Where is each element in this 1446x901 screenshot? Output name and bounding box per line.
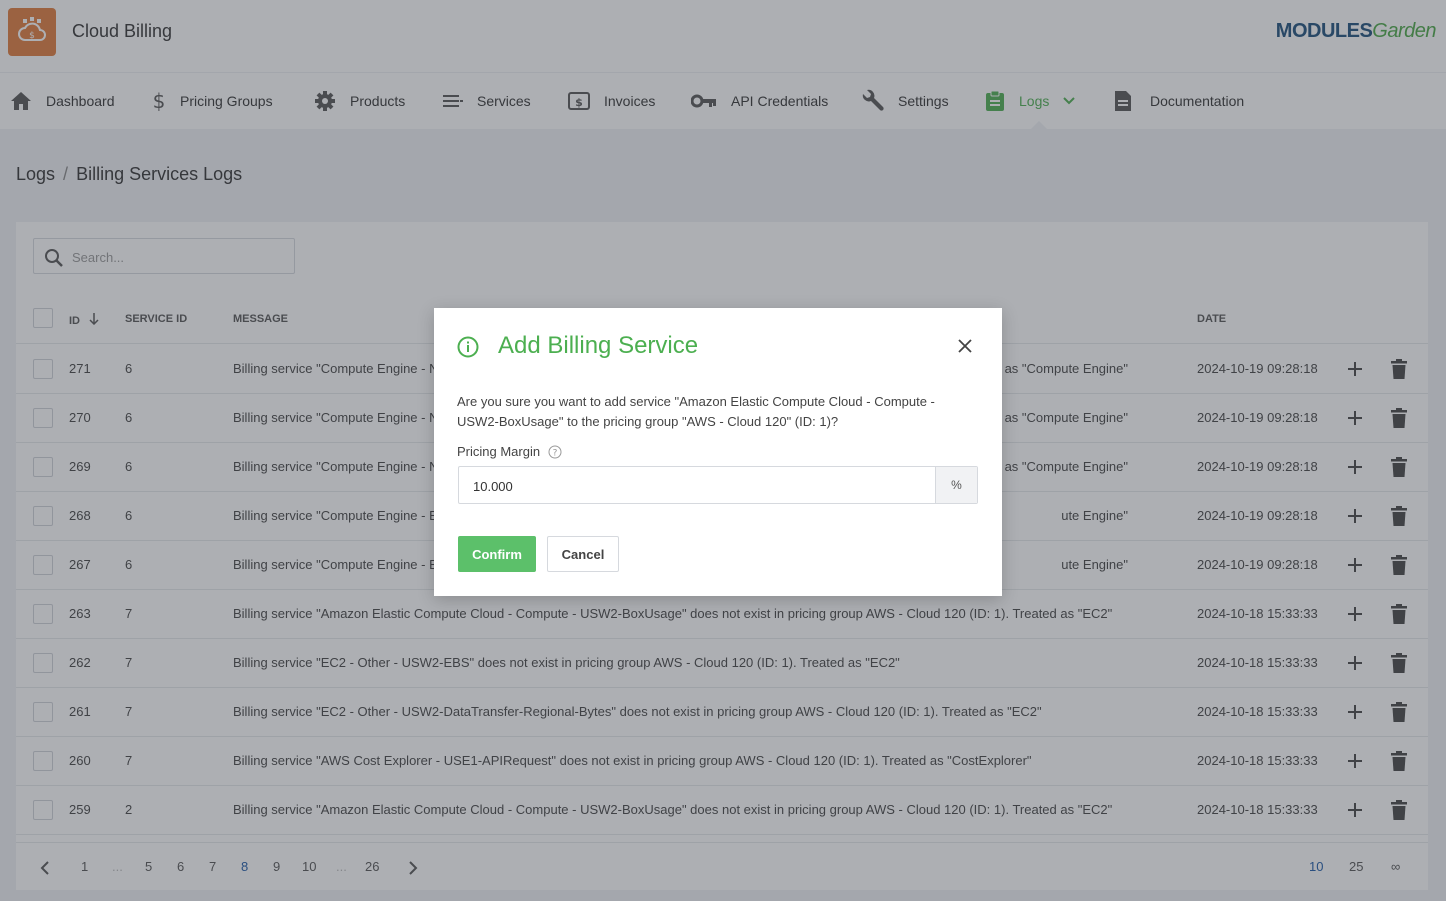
info-icon [457, 336, 479, 358]
modal-message: Are you sure you want to add service "Am… [457, 394, 935, 429]
svg-text:?: ? [553, 448, 558, 458]
confirm-button[interactable]: Confirm [458, 536, 536, 572]
close-icon[interactable] [958, 339, 972, 353]
help-icon[interactable]: ? [548, 445, 562, 459]
add-billing-service-modal: Add Billing Service Are you sure you wan… [434, 308, 1002, 596]
pricing-margin-input[interactable] [473, 476, 913, 496]
pricing-margin-field: % [458, 466, 978, 504]
percent-addon: % [935, 467, 977, 503]
pricing-margin-label: Pricing Margin ? [457, 444, 562, 459]
modal-title: Add Billing Service [498, 332, 699, 359]
cancel-button[interactable]: Cancel [547, 536, 619, 572]
